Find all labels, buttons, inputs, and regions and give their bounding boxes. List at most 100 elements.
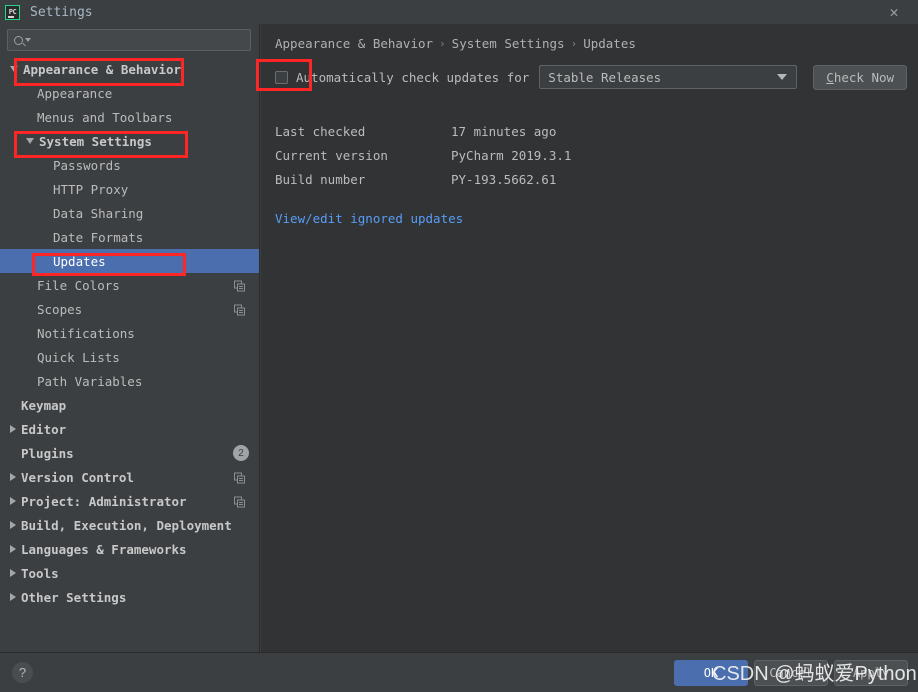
sidebar-item-date-formats[interactable]: Date Formats — [0, 225, 259, 249]
info-key: Last checked — [275, 123, 366, 139]
sidebar-item-languages-frameworks[interactable]: Languages & Frameworks — [0, 537, 259, 561]
sidebar-item-scopes[interactable]: Scopes — [0, 297, 259, 321]
view-edit-ignored-updates-link[interactable]: View/edit ignored updates — [275, 211, 463, 226]
auto-check-updates-checkbox[interactable] — [275, 70, 288, 84]
sidebar-item-project-administrator[interactable]: Project: Administrator — [0, 489, 259, 513]
info-row: Build number PY-193.5662.61 — [275, 167, 918, 191]
sidebar-item-path-variables[interactable]: Path Variables — [0, 369, 259, 393]
sidebar-item-appearance-behavior[interactable]: Appearance & Behavior — [0, 57, 259, 81]
sidebar-item-editor[interactable]: Editor — [0, 417, 259, 441]
sidebar-item-label: Scopes — [37, 301, 83, 317]
sidebar-item-label: Appearance — [37, 85, 113, 101]
dialog-footer: ? OK Cancel Apply — [0, 652, 918, 692]
sidebar-item-label: Other Settings — [21, 589, 127, 605]
sidebar-item-http-proxy[interactable]: HTTP Proxy — [0, 177, 259, 201]
update-info-table: Last checked 17 minutes ago Current versio… — [275, 119, 918, 191]
cancel-button[interactable]: Cancel — [754, 660, 828, 686]
chevron-right-icon[interactable] — [10, 497, 16, 505]
copy-icon — [234, 472, 245, 484]
chevron-right-icon[interactable] — [10, 473, 16, 481]
breadcrumb-separator-1: › — [439, 37, 446, 50]
sidebar-item-label: Languages & Frameworks — [21, 541, 187, 557]
chevron-down-icon[interactable] — [10, 66, 18, 72]
sidebar-item-label: HTTP Proxy — [53, 181, 129, 197]
info-value: 17 minutes ago — [451, 123, 557, 139]
sidebar-item-data-sharing[interactable]: Data Sharing — [0, 201, 259, 225]
sidebar-item-label: Editor — [21, 421, 67, 437]
sidebar-item-updates[interactable]: Updates — [0, 249, 259, 273]
info-value: PY-193.5662.61 — [451, 171, 557, 187]
breadcrumb-part-3[interactable]: Updates — [583, 36, 636, 51]
search-wrapper — [0, 24, 259, 55]
sidebar-item-build-execution-deployment[interactable]: Build, Execution, Deployment — [0, 513, 259, 537]
sidebar-item-file-colors[interactable]: File Colors — [0, 273, 259, 297]
sidebar-item-other-settings[interactable]: Other Settings — [0, 585, 259, 609]
sidebar-item-label: Appearance & Behavior — [23, 61, 182, 77]
plugins-count-badge: 2 — [233, 445, 249, 461]
info-row: Last checked 17 minutes ago — [275, 119, 918, 143]
chevron-right-icon[interactable] — [10, 569, 16, 577]
sidebar-item-menus-and-toolbars[interactable]: Menus and Toolbars — [0, 105, 259, 129]
breadcrumb: Appearance & Behavior › System Settings … — [261, 24, 918, 51]
breadcrumb-part-2[interactable]: System Settings — [452, 36, 565, 51]
ok-button[interactable]: OK — [674, 660, 748, 686]
settings-sidebar: Appearance & Behavior Appearance Menus and… — [0, 24, 260, 652]
sidebar-item-label: Date Formats — [53, 229, 144, 245]
sidebar-item-label: Plugins — [21, 445, 74, 461]
search-options-chevron-down-icon[interactable] — [25, 38, 31, 42]
sidebar-item-label: File Colors — [37, 277, 120, 293]
sidebar-item-label: Project: Administrator — [21, 493, 187, 509]
title-bar: PC Settings ✕ — [0, 0, 918, 24]
settings-content: Appearance & Behavior › System Settings … — [261, 24, 918, 652]
sidebar-item-keymap[interactable]: Keymap — [0, 393, 259, 417]
auto-check-row: Automatically check updates for Stable R… — [275, 64, 918, 90]
search-input[interactable] — [36, 33, 244, 47]
sidebar-item-label: Keymap — [21, 397, 67, 413]
close-icon[interactable]: ✕ — [880, 0, 908, 24]
sidebar-item-passwords[interactable]: Passwords — [0, 153, 259, 177]
info-value: PyCharm 2019.3.1 — [451, 147, 572, 163]
sidebar-item-plugins[interactable]: Plugins 2 — [0, 441, 259, 465]
sidebar-item-tools[interactable]: Tools — [0, 561, 259, 585]
sidebar-item-label: Build, Execution, Deployment — [21, 517, 232, 533]
chevron-right-icon[interactable] — [10, 521, 16, 529]
chevron-right-icon[interactable] — [10, 425, 16, 433]
sidebar-item-system-settings[interactable]: System Settings — [0, 129, 259, 153]
auto-check-updates-label: Automatically check updates for — [296, 69, 530, 85]
search-box[interactable] — [7, 29, 251, 51]
update-channel-select[interactable]: Stable Releases — [539, 65, 798, 89]
check-now-label: heck Now — [833, 69, 895, 85]
copy-icon — [234, 304, 245, 316]
help-icon[interactable]: ? — [12, 662, 33, 683]
apply-button[interactable]: Apply — [834, 660, 908, 686]
chevron-down-icon — [777, 74, 788, 80]
sidebar-item-appearance[interactable]: Appearance — [0, 81, 259, 105]
sidebar-item-quick-lists[interactable]: Quick Lists — [0, 345, 259, 369]
sidebar-item-label: System Settings — [39, 133, 152, 149]
copy-icon — [234, 280, 245, 292]
sidebar-item-label: Quick Lists — [37, 349, 120, 365]
chevron-right-icon[interactable] — [10, 545, 16, 553]
info-key: Build number — [275, 171, 366, 187]
sidebar-item-version-control[interactable]: Version Control — [0, 465, 259, 489]
sidebar-item-label: Notifications — [37, 325, 135, 341]
chevron-right-icon[interactable] — [10, 593, 16, 601]
breadcrumb-part-1[interactable]: Appearance & Behavior — [275, 36, 433, 51]
chevron-down-icon[interactable] — [26, 138, 34, 144]
check-now-button[interactable]: Check Now — [813, 64, 908, 90]
sidebar-item-label: Path Variables — [37, 373, 143, 389]
sidebar-item-label: Passwords — [53, 157, 121, 173]
settings-dialog: PC Settings ✕ Appearance & Behavior Appea… — [0, 0, 918, 692]
sidebar-item-notifications[interactable]: Notifications — [0, 321, 259, 345]
